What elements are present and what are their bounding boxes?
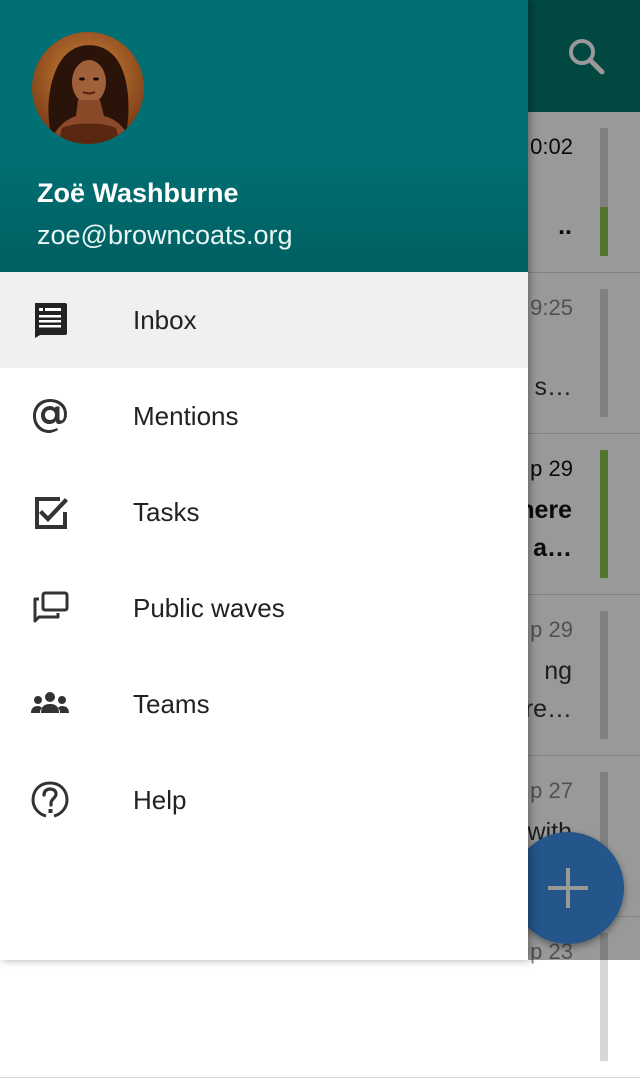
checkbox-icon [30, 492, 70, 532]
user-name: Zoë Washburne [37, 178, 239, 208]
avatar[interactable] [32, 32, 144, 144]
people-icon [30, 684, 70, 724]
user-photo [32, 32, 144, 144]
inbox-icon [30, 300, 70, 340]
help-icon [30, 780, 70, 820]
public-waves-icon [30, 588, 70, 628]
drawer-item-help[interactable]: Help [0, 752, 528, 848]
at-sign-icon [30, 396, 70, 436]
drawer-item-inbox[interactable]: Inbox [0, 272, 528, 368]
user-email: zoe@browncoats.org [37, 220, 293, 250]
drawer-item-label: Help [133, 785, 187, 815]
drawer-item-mentions[interactable]: Mentions [0, 368, 528, 464]
drawer-item-tasks[interactable]: Tasks [0, 464, 528, 560]
drawer-item-label: Teams [133, 689, 210, 719]
drawer-menu: Inbox Mentions Tasks Public waves Teams … [0, 272, 528, 848]
drawer-item-label: Mentions [133, 401, 239, 431]
navigation-drawer: Zoë Washburne zoe@browncoats.org Inbox M… [0, 0, 528, 960]
drawer-item-label: Inbox [133, 305, 197, 335]
drawer-item-teams[interactable]: Teams [0, 656, 528, 752]
drawer-header: Zoë Washburne zoe@browncoats.org [0, 0, 528, 272]
drawer-item-label: Public waves [133, 593, 285, 623]
drawer-item-label: Tasks [133, 497, 200, 527]
drawer-item-public-waves[interactable]: Public waves [0, 560, 528, 656]
